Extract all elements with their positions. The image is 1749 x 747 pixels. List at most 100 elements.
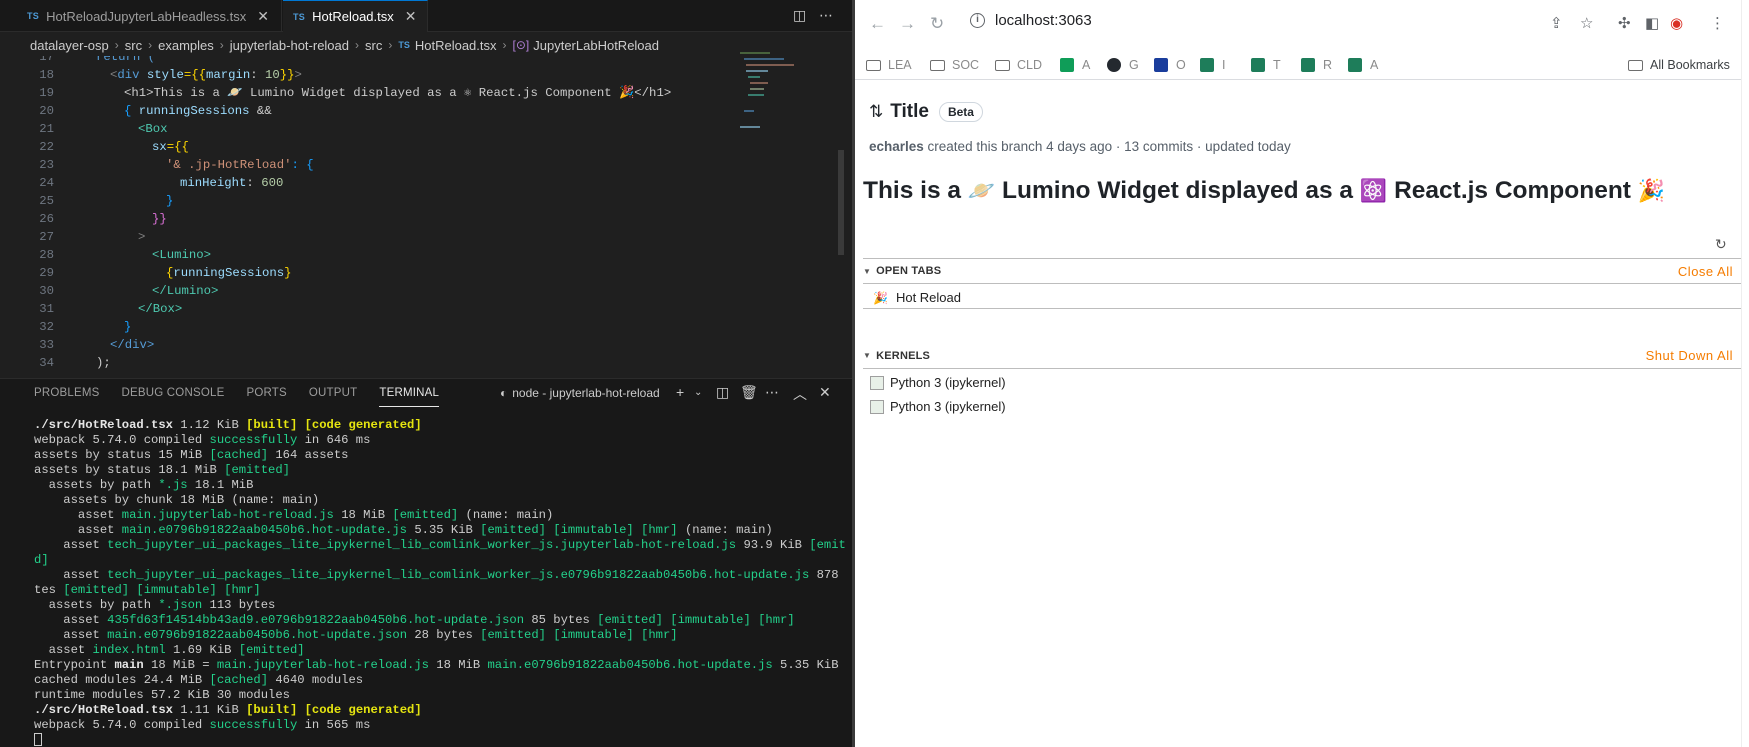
panel-tab-bar: PROBLEMS DEBUG CONSOLE PORTS OUTPUT TERM… (34, 387, 440, 407)
editor-tab-bar: TS HotReloadJupyterLabHeadless.tsx ✕ TS … (0, 0, 852, 32)
share-icon[interactable]: ⇪ (1550, 14, 1563, 32)
close-icon[interactable]: ✕ (405, 8, 417, 25)
back-icon[interactable]: ← (869, 14, 886, 34)
tab-output[interactable]: OUTPUT (309, 387, 357, 407)
close-icon[interactable]: ✕ (819, 384, 831, 401)
breadcrumb: datalayer-osp › src › examples › jupyterlab… (30, 37, 659, 53)
bookmark-item[interactable]: A (1060, 50, 1090, 80)
more-actions-icon[interactable]: ⋯ (765, 384, 779, 401)
folder-icon (995, 59, 1010, 71)
star-icon[interactable]: ☆ (1580, 14, 1593, 32)
close-all-button[interactable]: Close All (1678, 264, 1733, 279)
address-bar[interactable]: i localhost:3063 (970, 12, 1092, 29)
code-line: 25} (39, 194, 174, 208)
folder-icon (1628, 59, 1643, 71)
breadcrumb-item[interactable]: src (365, 38, 382, 53)
code-line: 32} (39, 320, 132, 334)
bookmark-item[interactable]: G (1107, 50, 1139, 80)
sheets-icon (1060, 58, 1074, 72)
breadcrumb-item[interactable]: JupyterLabHotReload (533, 38, 659, 53)
kernel-item[interactable]: Python 3 (ipykernel) (870, 375, 1006, 390)
all-bookmarks[interactable]: All Bookmarks (1628, 50, 1730, 80)
terminal-line: runtime modules 57.2 KiB 30 modules (34, 688, 290, 702)
page-scrollbar[interactable] (1741, 0, 1749, 747)
new-terminal-icon[interactable]: + (676, 384, 684, 400)
code-line: 30 </Lumino> (39, 284, 219, 298)
page-header: ⇅ Title Beta (869, 101, 983, 123)
code-line: 33 </div> (39, 338, 155, 352)
terminal-line: asset main.e0796b91822aab0450b6.hot-upda… (34, 523, 773, 537)
minimap[interactable] (736, 50, 796, 140)
bookmark-folder[interactable]: LEA (866, 50, 912, 80)
bookmark-item[interactable]: A (1348, 50, 1378, 80)
trash-icon[interactable]: 🗑 (740, 384, 758, 401)
editor-scrollbar[interactable] (838, 150, 844, 255)
code-line: 23 '& .jp-HotReload': { (39, 158, 314, 172)
code-line: 34); (39, 356, 111, 370)
forward-icon[interactable]: → (899, 14, 916, 34)
terminal-line: assets by status 18.1 MiB [emitted] (34, 463, 290, 477)
tab-label: HotReload.tsx (312, 9, 394, 24)
bookmark-icon (1348, 58, 1362, 72)
code-line: 27 > (39, 230, 146, 244)
menu-icon[interactable]: ⋮ (1710, 14, 1725, 32)
close-icon[interactable]: ✕ (257, 8, 269, 25)
extensions-icon[interactable]: ✣ (1618, 14, 1631, 32)
breadcrumb-item[interactable]: examples (158, 38, 214, 53)
breadcrumb-item[interactable]: HotReload.tsx (415, 38, 497, 53)
bookmark-item[interactable]: I (1200, 50, 1225, 80)
split-editor-icon[interactable]: ◫ (793, 7, 806, 24)
terminal-line: ./src/HotReload.tsx 1.11 KiB [built] [co… (34, 703, 422, 717)
more-actions-icon[interactable]: ⋯ (819, 7, 833, 24)
maximize-panel-icon[interactable]: ︿ (793, 384, 807, 404)
breadcrumb-item[interactable]: jupyterlab-hot-reload (230, 38, 349, 53)
kernel-item[interactable]: Python 3 (ipykernel) (870, 399, 1006, 414)
code-line: 17 return ( (39, 56, 156, 64)
terminal-line: ./src/HotReload.tsx 1.12 KiB [built] [co… (34, 418, 422, 432)
tab-problems[interactable]: PROBLEMS (34, 387, 100, 407)
reload-icon[interactable]: ↻ (930, 14, 944, 34)
open-tab-item[interactable]: 🎉 Hot Reload (873, 290, 961, 305)
tab-ports[interactable]: PORTS (246, 387, 286, 407)
refresh-icon[interactable]: ↻ (1715, 236, 1727, 253)
breadcrumb-item[interactable]: src (125, 38, 142, 53)
meta-user[interactable]: echarles (869, 139, 924, 154)
bookmark-item[interactable]: R (1301, 50, 1332, 80)
tab-debug-console[interactable]: DEBUG CONSOLE (122, 387, 225, 407)
code-line: 28 <Lumino> (39, 248, 212, 262)
party-popper-icon: 🎉 (873, 290, 888, 305)
bookmark-icon (1200, 58, 1214, 72)
code-area[interactable]: 17 return ( 18 <div style={{margin: 10}}> … (0, 56, 852, 376)
breadcrumb-item[interactable]: datalayer-osp (30, 38, 109, 53)
info-icon[interactable]: i (970, 13, 985, 28)
terminal-line: tes [emitted] [immutable] [hmr] (34, 583, 261, 597)
tab-hotreload-jupyterlab-headless[interactable]: TS HotReloadJupyterLabHeadless.tsx ✕ (17, 0, 282, 32)
code-line: 26}} (39, 212, 167, 226)
terminal-line: asset tech_jupyter_ui_packages_lite_ipyk… (34, 568, 846, 582)
terminal-selector[interactable]: ◐ node - jupyterlab-hot-reload (500, 386, 660, 400)
kernels-section-header[interactable]: ▼ KERNELS Shut Down All (863, 343, 1741, 369)
tab-hotreload[interactable]: TS HotReload.tsx ✕ (283, 0, 428, 32)
bookmark-item[interactable]: O (1154, 50, 1186, 80)
code-line: 18 <div style={{margin: 10}}> (39, 68, 302, 82)
terminal-line: asset index.html 1.69 KiB [emitted] (34, 643, 305, 657)
terminal-line: asset 435fd63f14514bb43ad9.e0796b91822aa… (34, 613, 795, 627)
bookmark-folder[interactable]: CLD (995, 50, 1042, 80)
open-tabs-section-header[interactable]: ▼ OPEN TABS Close All (863, 258, 1741, 284)
bookmark-item[interactable]: T (1251, 50, 1281, 80)
profile-avatar-icon[interactable]: ◉ (1670, 14, 1683, 32)
bookmark-folder[interactable]: SOC (930, 50, 979, 80)
side-panel-icon[interactable]: ◧ (1645, 14, 1659, 32)
tab-label: HotReloadJupyterLabHeadless.tsx (46, 8, 247, 24)
bookmark-icon (1154, 58, 1168, 72)
meta-text: created this branch 4 days ago · 13 comm… (923, 139, 1291, 154)
code-line: 19 <h1>This is a 🪐 Lumino Widget displaye… (39, 86, 672, 100)
split-terminal-icon[interactable]: ◫ (716, 384, 729, 401)
code-editor-window: TS HotReloadJupyterLabHeadless.tsx ✕ TS … (0, 0, 852, 747)
terminal-output[interactable]: ./src/HotReload.tsx 1.12 KiB [built] [co… (34, 418, 846, 747)
chevron-down-icon[interactable]: ⌄ (694, 387, 702, 398)
url-text: localhost:3063 (995, 12, 1092, 29)
tab-terminal[interactable]: TERMINAL (379, 387, 440, 407)
shut-down-all-button[interactable]: Shut Down All (1646, 348, 1733, 363)
broken-image-icon (870, 399, 884, 414)
